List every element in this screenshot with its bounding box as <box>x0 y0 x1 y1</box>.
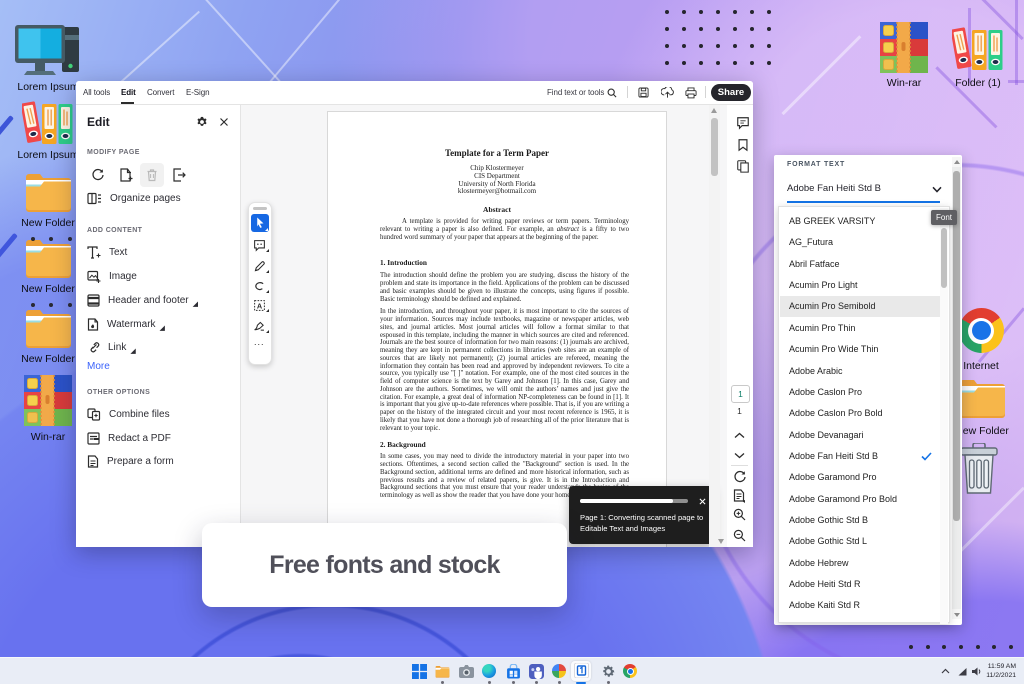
svg-text:A: A <box>257 301 263 310</box>
